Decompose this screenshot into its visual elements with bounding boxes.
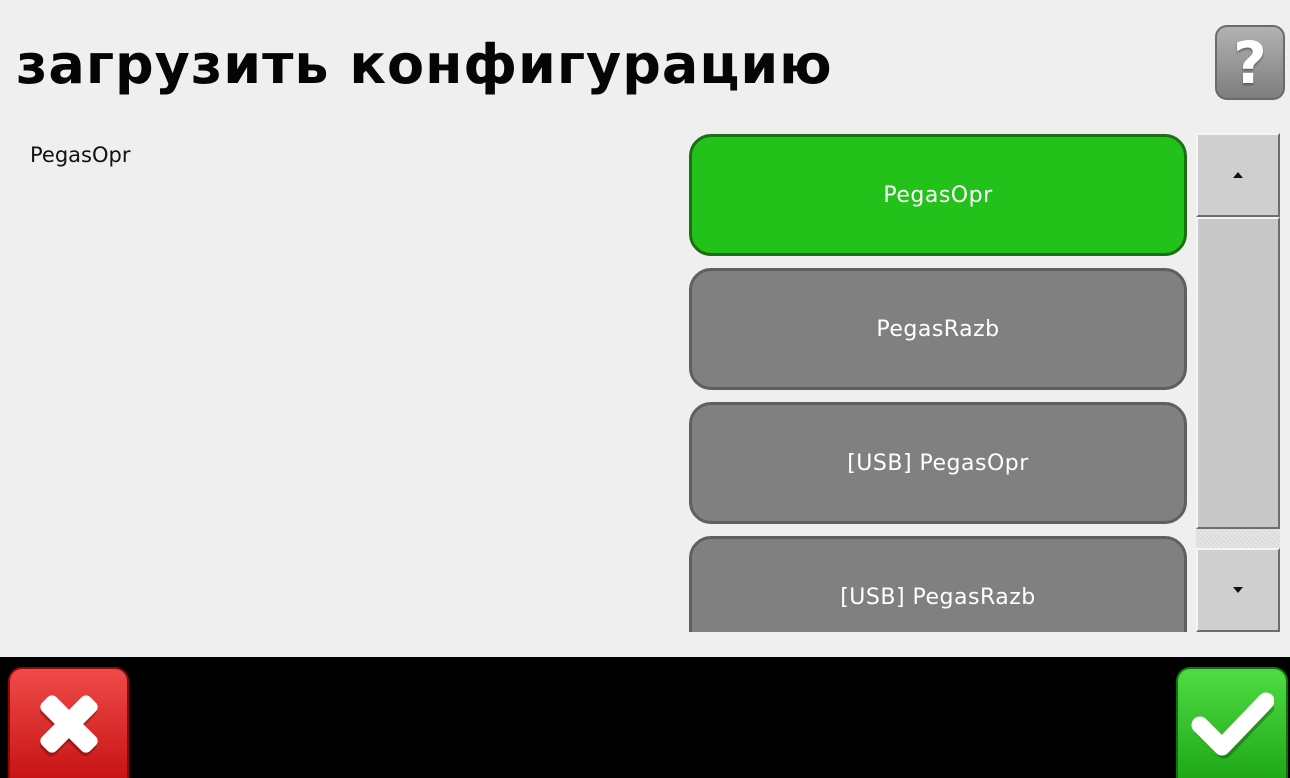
confirm-button[interactable] [1176, 667, 1288, 778]
config-item-pegasrazb[interactable]: PegasRazb [689, 268, 1187, 390]
arrow-up-icon [1233, 172, 1243, 178]
config-item-usb-pegasopr[interactable]: [USB] PegasOpr [689, 402, 1187, 524]
scroll-thumb[interactable] [1196, 217, 1280, 529]
load-configuration-screen: загрузить конфигурацию ? PegasOpr PegasO… [0, 0, 1290, 778]
current-config-label: PegasOpr [30, 143, 131, 167]
config-item-pegasopr[interactable]: PegasOpr [689, 134, 1187, 256]
list-scrollbar[interactable] [1196, 133, 1280, 632]
scroll-down-button[interactable] [1196, 548, 1280, 632]
config-item-label: PegasRazb [876, 316, 1000, 342]
config-item-label: [USB] PegasOpr [847, 450, 1029, 476]
scroll-up-button[interactable] [1196, 133, 1280, 217]
config-item-label: PegasOpr [883, 182, 993, 208]
bottom-action-bar [0, 657, 1290, 778]
cancel-button[interactable] [8, 667, 129, 778]
config-item-usb-pegasrazb[interactable]: [USB] PegasRazb [689, 536, 1187, 632]
arrow-down-icon [1233, 587, 1243, 593]
x-icon [39, 694, 98, 756]
page-title: загрузить конфигурацию [16, 33, 833, 96]
config-list: PegasOpr PegasRazb [USB] PegasOpr [USB] … [686, 132, 1192, 632]
config-item-label: [USB] PegasRazb [840, 584, 1036, 610]
checkmark-icon [1191, 692, 1274, 758]
scroll-track[interactable] [1196, 217, 1280, 548]
question-mark-icon: ? [1233, 28, 1267, 97]
help-button[interactable]: ? [1215, 25, 1285, 100]
